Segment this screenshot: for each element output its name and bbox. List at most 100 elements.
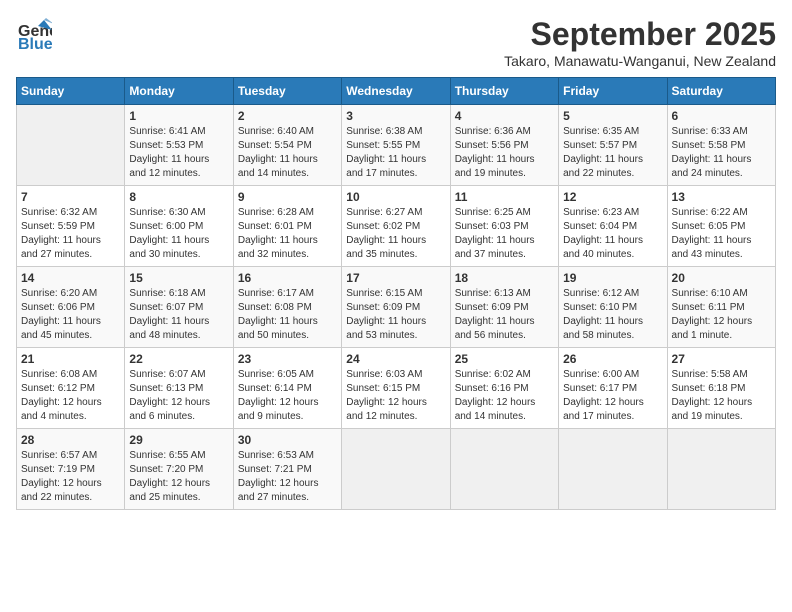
title-block: September 2025 Takaro, Manawatu-Wanganui… xyxy=(504,16,776,69)
day-info: Sunrise: 6:20 AM Sunset: 6:06 PM Dayligh… xyxy=(21,287,120,343)
day-number: 12 xyxy=(563,190,662,204)
day-info: Sunrise: 6:15 AM Sunset: 6:09 PM Dayligh… xyxy=(346,287,445,343)
calendar-cell: 19 Sunrise: 6:12 AM Sunset: 6:10 PM Dayli… xyxy=(559,267,667,348)
day-number: 9 xyxy=(238,190,337,204)
calendar-cell: 16 Sunrise: 6:17 AM Sunset: 6:08 PM Dayli… xyxy=(233,267,341,348)
day-number: 26 xyxy=(563,352,662,366)
day-info: Sunrise: 6:35 AM Sunset: 5:57 PM Dayligh… xyxy=(563,125,662,181)
calendar-cell: 8 Sunrise: 6:30 AM Sunset: 6:00 PM Daylig… xyxy=(125,186,233,267)
calendar-week-row: 1 Sunrise: 6:41 AM Sunset: 5:53 PM Daylig… xyxy=(17,105,776,186)
day-info: Sunrise: 6:27 AM Sunset: 6:02 PM Dayligh… xyxy=(346,206,445,262)
day-info: Sunrise: 6:10 AM Sunset: 6:11 PM Dayligh… xyxy=(672,287,771,343)
calendar-cell: 11 Sunrise: 6:25 AM Sunset: 6:03 PM Dayli… xyxy=(450,186,558,267)
calendar-cell: 21 Sunrise: 6:08 AM Sunset: 6:12 PM Dayli… xyxy=(17,348,125,429)
calendar-cell xyxy=(17,105,125,186)
day-info: Sunrise: 6:13 AM Sunset: 6:09 PM Dayligh… xyxy=(455,287,554,343)
day-info: Sunrise: 6:32 AM Sunset: 5:59 PM Dayligh… xyxy=(21,206,120,262)
header-friday: Friday xyxy=(559,78,667,105)
day-number: 8 xyxy=(129,190,228,204)
day-info: Sunrise: 6:08 AM Sunset: 6:12 PM Dayligh… xyxy=(21,368,120,424)
day-info: Sunrise: 6:41 AM Sunset: 5:53 PM Dayligh… xyxy=(129,125,228,181)
day-info: Sunrise: 6:38 AM Sunset: 5:55 PM Dayligh… xyxy=(346,125,445,181)
calendar-week-row: 14 Sunrise: 6:20 AM Sunset: 6:06 PM Dayli… xyxy=(17,267,776,348)
day-number: 11 xyxy=(455,190,554,204)
day-number: 17 xyxy=(346,271,445,285)
day-number: 5 xyxy=(563,109,662,123)
header-saturday: Saturday xyxy=(667,78,775,105)
month-title: September 2025 xyxy=(504,16,776,53)
day-number: 14 xyxy=(21,271,120,285)
calendar-cell: 29Sunrise: 6:55 AM Sunset: 7:20 PM Dayli… xyxy=(125,429,233,510)
header-wednesday: Wednesday xyxy=(342,78,450,105)
calendar-cell: 23 Sunrise: 6:05 AM Sunset: 6:14 PM Dayli… xyxy=(233,348,341,429)
day-info: Sunrise: 6:00 AM Sunset: 6:17 PM Dayligh… xyxy=(563,368,662,424)
calendar-cell: 22Sunrise: 6:07 AM Sunset: 6:13 PM Dayli… xyxy=(125,348,233,429)
header-sunday: Sunday xyxy=(17,78,125,105)
day-number: 19 xyxy=(563,271,662,285)
day-number: 16 xyxy=(238,271,337,285)
day-info: Sunrise: 5:58 AM Sunset: 6:18 PM Dayligh… xyxy=(672,368,771,424)
day-number: 15 xyxy=(129,271,228,285)
logo: General Blue xyxy=(16,16,52,52)
day-number: 7 xyxy=(21,190,120,204)
header-monday: Monday xyxy=(125,78,233,105)
calendar-cell: 6 Sunrise: 6:33 AM Sunset: 5:58 PM Daylig… xyxy=(667,105,775,186)
day-info: Sunrise: 6:12 AM Sunset: 6:10 PM Dayligh… xyxy=(563,287,662,343)
day-number: 27 xyxy=(672,352,771,366)
day-number: 2 xyxy=(238,109,337,123)
svg-text:Blue: Blue xyxy=(18,36,52,52)
day-number: 20 xyxy=(672,271,771,285)
calendar-cell: 14 Sunrise: 6:20 AM Sunset: 6:06 PM Dayli… xyxy=(17,267,125,348)
day-number: 22 xyxy=(129,352,228,366)
day-info: Sunrise: 6:33 AM Sunset: 5:58 PM Dayligh… xyxy=(672,125,771,181)
location-title: Takaro, Manawatu-Wanganui, New Zealand xyxy=(504,53,776,69)
day-number: 23 xyxy=(238,352,337,366)
day-number: 1 xyxy=(129,109,228,123)
day-info: Sunrise: 6:02 AM Sunset: 6:16 PM Dayligh… xyxy=(455,368,554,424)
calendar-cell: 17 Sunrise: 6:15 AM Sunset: 6:09 PM Dayli… xyxy=(342,267,450,348)
calendar-table: SundayMondayTuesdayWednesdayThursdayFrid… xyxy=(16,77,776,510)
calendar-cell xyxy=(450,429,558,510)
day-number: 13 xyxy=(672,190,771,204)
day-info: Sunrise: 6:05 AM Sunset: 6:14 PM Dayligh… xyxy=(238,368,337,424)
calendar-cell: 15Sunrise: 6:18 AM Sunset: 6:07 PM Dayli… xyxy=(125,267,233,348)
day-number: 10 xyxy=(346,190,445,204)
calendar-week-row: 28 Sunrise: 6:57 AM Sunset: 7:19 PM Dayli… xyxy=(17,429,776,510)
calendar-cell xyxy=(559,429,667,510)
day-info: Sunrise: 6:40 AM Sunset: 5:54 PM Dayligh… xyxy=(238,125,337,181)
day-info: Sunrise: 6:57 AM Sunset: 7:19 PM Dayligh… xyxy=(21,449,120,505)
day-number: 24 xyxy=(346,352,445,366)
calendar-cell: 4Sunrise: 6:36 AM Sunset: 5:56 PM Daylig… xyxy=(450,105,558,186)
calendar-cell xyxy=(667,429,775,510)
calendar-cell: 13 Sunrise: 6:22 AM Sunset: 6:05 PM Dayli… xyxy=(667,186,775,267)
calendar-cell: 28 Sunrise: 6:57 AM Sunset: 7:19 PM Dayli… xyxy=(17,429,125,510)
day-number: 28 xyxy=(21,433,120,447)
day-info: Sunrise: 6:53 AM Sunset: 7:21 PM Dayligh… xyxy=(238,449,337,505)
day-number: 18 xyxy=(455,271,554,285)
day-number: 21 xyxy=(21,352,120,366)
calendar-week-row: 7 Sunrise: 6:32 AM Sunset: 5:59 PM Daylig… xyxy=(17,186,776,267)
calendar-cell: 12 Sunrise: 6:23 AM Sunset: 6:04 PM Dayli… xyxy=(559,186,667,267)
header-thursday: Thursday xyxy=(450,78,558,105)
calendar-cell: 30 Sunrise: 6:53 AM Sunset: 7:21 PM Dayli… xyxy=(233,429,341,510)
calendar-cell xyxy=(342,429,450,510)
calendar-cell: 24 Sunrise: 6:03 AM Sunset: 6:15 PM Dayli… xyxy=(342,348,450,429)
calendar-cell: 27 Sunrise: 5:58 AM Sunset: 6:18 PM Dayli… xyxy=(667,348,775,429)
day-info: Sunrise: 6:36 AM Sunset: 5:56 PM Dayligh… xyxy=(455,125,554,181)
calendar-cell: 26 Sunrise: 6:00 AM Sunset: 6:17 PM Dayli… xyxy=(559,348,667,429)
day-number: 30 xyxy=(238,433,337,447)
day-info: Sunrise: 6:30 AM Sunset: 6:00 PM Dayligh… xyxy=(129,206,228,262)
day-info: Sunrise: 6:23 AM Sunset: 6:04 PM Dayligh… xyxy=(563,206,662,262)
calendar-cell: 1 Sunrise: 6:41 AM Sunset: 5:53 PM Daylig… xyxy=(125,105,233,186)
day-info: Sunrise: 6:22 AM Sunset: 6:05 PM Dayligh… xyxy=(672,206,771,262)
calendar-cell: 5 Sunrise: 6:35 AM Sunset: 5:57 PM Daylig… xyxy=(559,105,667,186)
day-info: Sunrise: 6:03 AM Sunset: 6:15 PM Dayligh… xyxy=(346,368,445,424)
day-number: 6 xyxy=(672,109,771,123)
day-number: 29 xyxy=(129,433,228,447)
calendar-cell: 2 Sunrise: 6:40 AM Sunset: 5:54 PM Daylig… xyxy=(233,105,341,186)
calendar-cell: 25Sunrise: 6:02 AM Sunset: 6:16 PM Dayli… xyxy=(450,348,558,429)
day-info: Sunrise: 6:17 AM Sunset: 6:08 PM Dayligh… xyxy=(238,287,337,343)
day-info: Sunrise: 6:25 AM Sunset: 6:03 PM Dayligh… xyxy=(455,206,554,262)
logo-icon: General Blue xyxy=(16,16,52,52)
calendar-cell: 7 Sunrise: 6:32 AM Sunset: 5:59 PM Daylig… xyxy=(17,186,125,267)
